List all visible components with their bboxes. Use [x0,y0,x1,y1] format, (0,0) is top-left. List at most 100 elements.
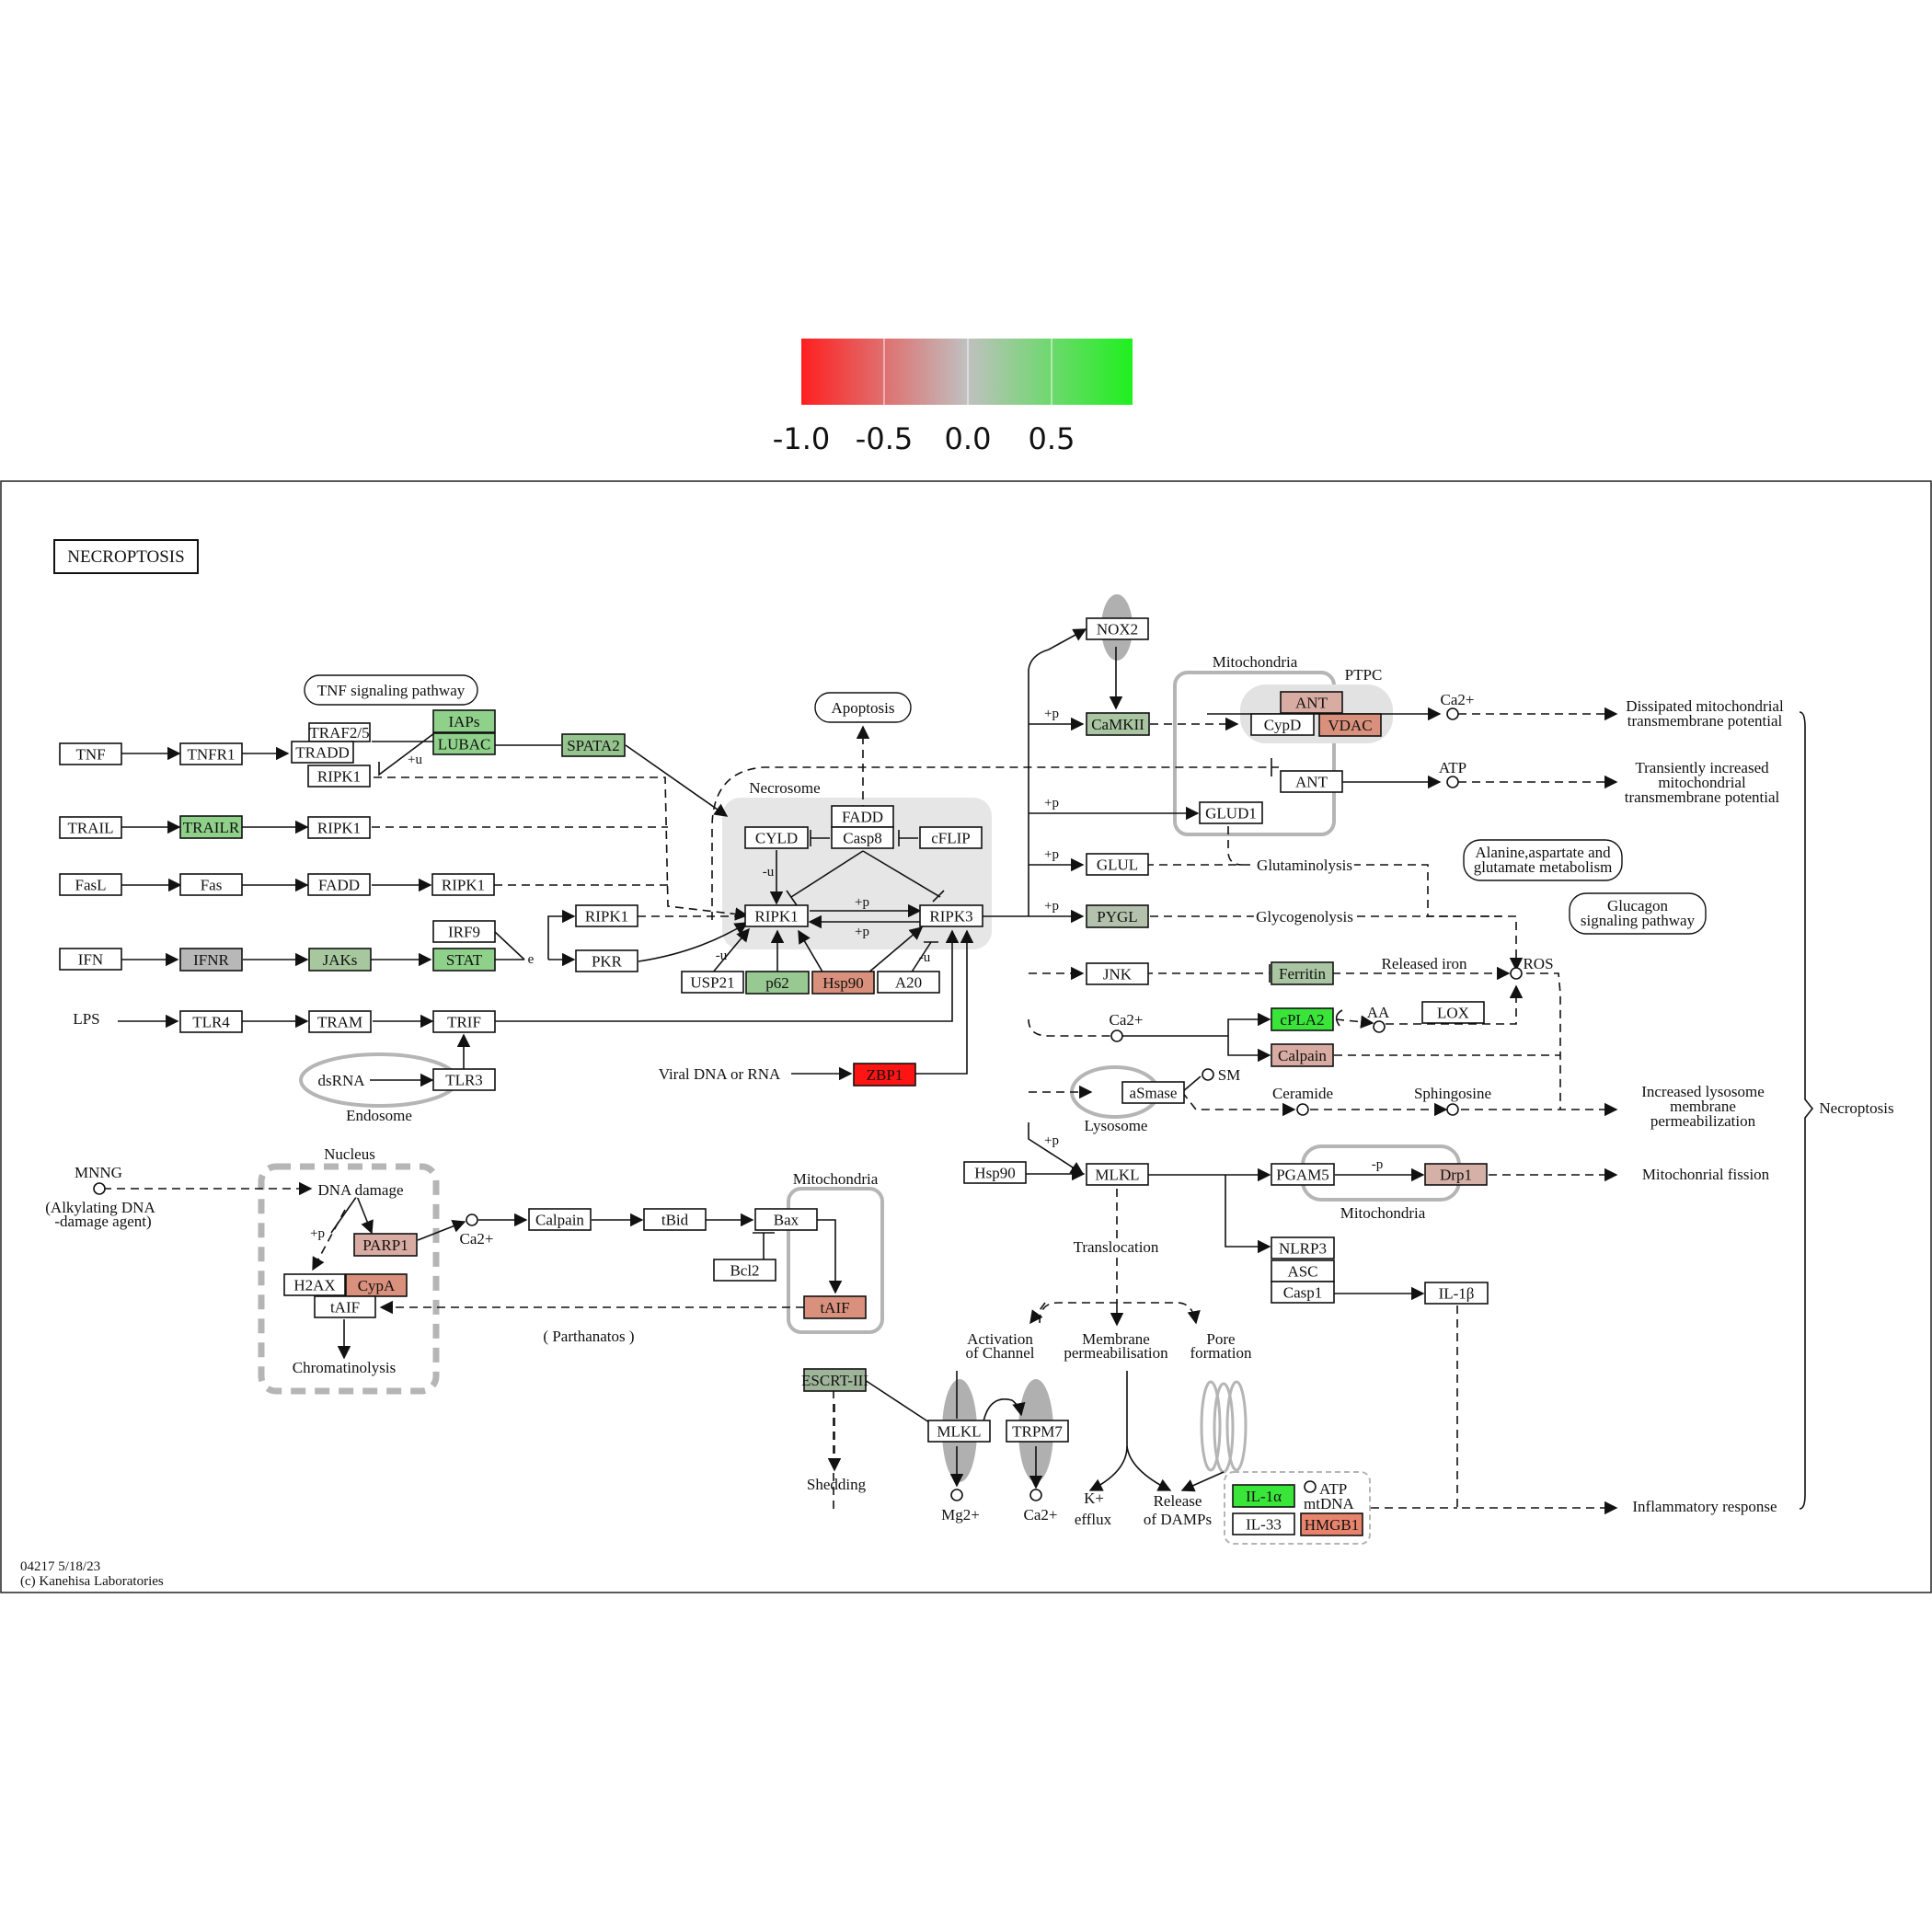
gene-node-glul[interactable]: GLUL [1086,853,1149,876]
gene-node-irf9[interactable]: IRF9 [432,920,496,943]
gene-node-ifn[interactable]: IFN [59,948,122,971]
gene-node-tlr4[interactable]: TLR4 [179,1010,243,1033]
gene-node-lox[interactable]: LOX [1421,1001,1485,1024]
gene-node-asc[interactable]: ASC [1271,1259,1335,1282]
scale-tick: 0.0 [945,421,992,456]
gene-node-pkr[interactable]: PKR [575,949,638,972]
gene-label: TNF [75,746,105,764]
gene-node-trif[interactable]: TRIF [432,1010,496,1033]
gene-node-vdac[interactable]: VDAC [1318,713,1382,737]
gene-node-cypd[interactable]: CypD [1250,713,1315,736]
gene-node-ripk1a[interactable]: RIPK1 [307,765,371,788]
gene-node-glud1[interactable]: GLUD1 [1199,801,1263,824]
gene-node-hsp90a[interactable]: Hsp90 [811,971,875,995]
gene-node-cyld[interactable]: CYLD [744,826,809,849]
gene-node-fadd2[interactable]: FADD [831,805,894,828]
gene-node-parp1[interactable]: PARP1 [353,1233,418,1257]
gene-node-trailr[interactable]: TRAILR [179,815,243,839]
gene-node-trpm7[interactable]: TRPM7 [1006,1420,1069,1443]
gene-node-bax[interactable]: Bax [754,1208,818,1231]
gene-node-ant1[interactable]: ANT [1280,691,1343,714]
label-mito-bax: Mitochondria [793,1170,879,1188]
gene-node-nlrp3[interactable]: NLRP3 [1271,1236,1335,1259]
gene-node-tbid[interactable]: tBid [643,1208,707,1231]
gene-node-spata2[interactable]: SPATA2 [561,733,626,757]
gene-label: LOX [1437,1005,1469,1022]
label-chromatinolysis: Chromatinolysis [293,1359,396,1376]
gene-node-il1a[interactable]: IL-1α [1232,1484,1295,1508]
label-plus-u: +u [408,753,422,767]
gene-node-h2ax[interactable]: H2AX [283,1273,346,1296]
gene-node-jnk[interactable]: JNK [1086,962,1149,985]
gene-node-hsp90b[interactable]: Hsp90 [963,1161,1027,1184]
gene-node-camkii[interactable]: CaMKII [1086,712,1150,736]
gene-label: JAKs [323,951,358,969]
gene-node-tlr3[interactable]: TLR3 [432,1068,496,1091]
gene-node-ripk1b[interactable]: RIPK1 [307,816,371,839]
gene-label: Bcl2 [730,1262,759,1280]
gene-node-iaps[interactable]: IAPs [432,709,496,733]
gene-node-mlkl2[interactable]: MLKL [927,1420,991,1443]
gene-node-il1b[interactable]: IL-1β [1424,1282,1489,1305]
gene-node-jaks[interactable]: JAKs [308,948,372,972]
gene-label: TLR4 [192,1014,230,1031]
label-damps-1: Release [1154,1492,1202,1510]
gene-label: TRAF2/5 [309,724,369,742]
gene-node-tnfr1[interactable]: TNFR1 [179,742,243,765]
gene-node-escrt[interactable]: ESCRT-III [801,1368,868,1392]
gene-node-ant2[interactable]: ANT [1280,770,1343,793]
gene-node-casp1[interactable]: Casp1 [1271,1281,1335,1304]
gene-node-calpain2[interactable]: Calpain [528,1208,592,1231]
gene-node-zbp1[interactable]: ZBP1 [853,1063,916,1087]
gene-label: STAT [446,951,483,969]
gene-label: cFLIP [931,830,971,847]
gene-node-p62[interactable]: p62 [745,971,810,995]
gene-node-ripk3[interactable]: RIPK3 [919,904,983,927]
gene-node-cpla2[interactable]: cPLA2 [1271,1007,1334,1031]
gene-node-asmase[interactable]: aSmase [1121,1081,1185,1104]
gene-label: ANT [1295,695,1328,712]
gene-node-cypa[interactable]: CypA [345,1273,408,1297]
gene-node-tradd[interactable]: TRADD [291,741,354,764]
label-k-efflux-2: efflux [1075,1511,1112,1528]
gene-label: Fas [201,877,223,894]
gene-node-casp8[interactable]: Casp8 [831,826,894,849]
gene-node-a20[interactable]: A20 [877,971,940,994]
gene-node-ferritin[interactable]: Ferritin [1271,961,1334,985]
gene-node-tnf[interactable]: TNF [59,742,122,765]
label-plus-p-a: +p [855,895,869,910]
gene-node-fasl[interactable]: FasL [59,873,122,896]
label-pore-2: formation [1190,1344,1252,1362]
gene-node-taif1[interactable]: tAIF [314,1295,376,1318]
gene-node-fadd1[interactable]: FADD [307,873,371,896]
label-released-iron: Released iron [1382,955,1467,972]
gene-label: RIPK1 [317,768,361,786]
gene-node-il33[interactable]: IL-33 [1232,1512,1295,1535]
label-e: e [528,952,535,967]
gene-node-ifnr[interactable]: IFNR [179,948,243,972]
gene-node-taif2[interactable]: tAIF [803,1295,867,1319]
gene-node-mlkl1[interactable]: MLKL [1086,1163,1149,1186]
gene-node-nox2[interactable]: NOX2 [1086,617,1149,640]
gene-node-trail[interactable]: TRAIL [59,816,122,839]
label-k-efflux-1: K+ [1084,1489,1104,1507]
gene-node-fas[interactable]: Fas [179,873,243,896]
gene-node-ripk1m[interactable]: RIPK1 [744,904,809,927]
gene-node-calpain1[interactable]: Calpain [1271,1043,1334,1067]
gene-node-lubac[interactable]: LUBAC [432,732,496,755]
gene-node-bcl2[interactable]: Bcl2 [713,1259,776,1282]
gene-node-drp1[interactable]: Drp1 [1424,1163,1488,1186]
gene-node-traf25[interactable]: TRAF2/5 [308,722,371,742]
gene-label: IL-1β [1439,1285,1475,1303]
gene-node-tram[interactable]: TRAM [308,1010,372,1033]
gene-node-ripk1c[interactable]: RIPK1 [431,873,495,896]
label-mito-drp1: Mitochondria [1340,1204,1426,1222]
gene-node-pgam5[interactable]: PGAM5 [1271,1163,1335,1186]
gene-node-cflip[interactable]: cFLIP [919,826,983,849]
gene-node-hmgb1[interactable]: HMGB1 [1300,1512,1363,1536]
gene-node-pygl[interactable]: PYGL [1086,904,1149,928]
gene-node-stat[interactable]: STAT [432,948,496,972]
gene-node-ripk1d[interactable]: RIPK1 [575,904,638,927]
label-minus-u-cyld: -u [763,865,775,880]
gene-node-usp21[interactable]: USP21 [681,971,744,994]
